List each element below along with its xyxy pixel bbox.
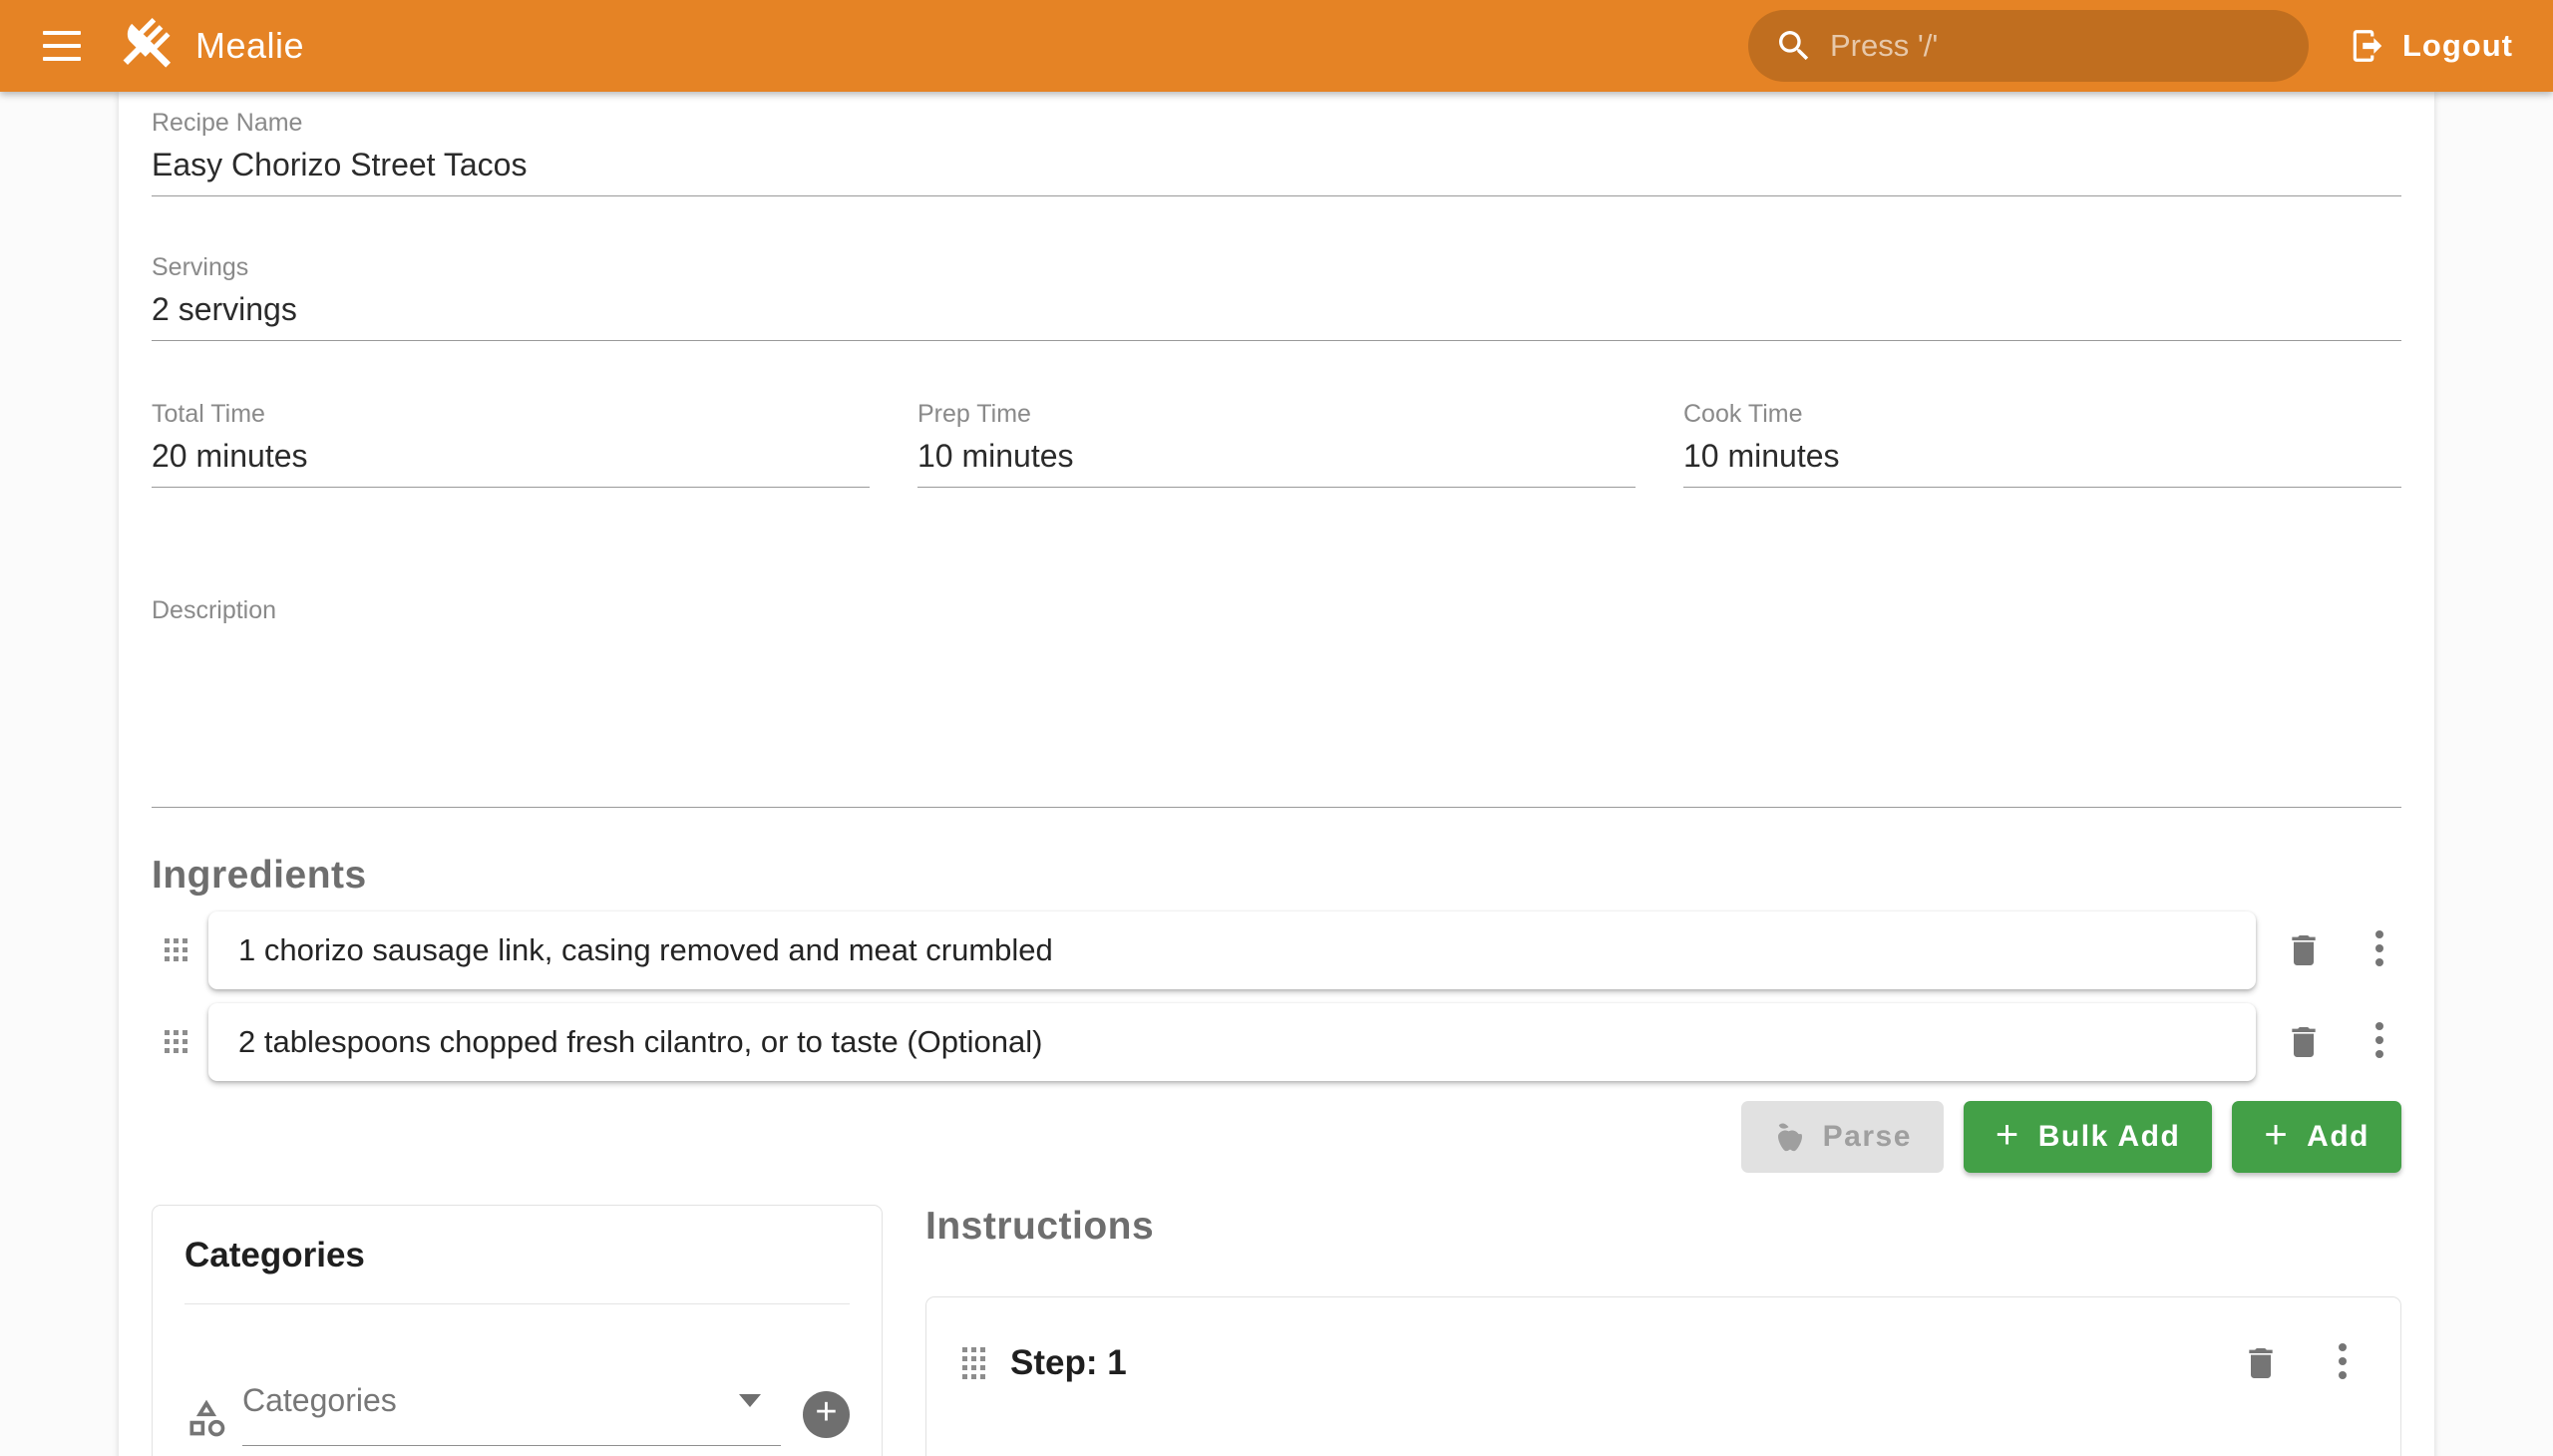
prep-time-value[interactable]: 10 minutes [917, 435, 1636, 477]
recipe-name-value[interactable]: Easy Chorizo Street Tacos [152, 144, 2401, 185]
ingredient-row: 2 tablespoons chopped fresh cilantro, or… [152, 1003, 2401, 1081]
servings-value[interactable]: 2 servings [152, 288, 2401, 330]
ingredient-menu-button[interactable] [2356, 1018, 2395, 1066]
instructions-section: Instructions Step: 1 Combine crumbled ch… [925, 1205, 2401, 1456]
ingredient-input[interactable]: 2 tablespoons chopped fresh cilantro, or… [208, 1003, 2256, 1081]
step-title: Step: 1 [1010, 1343, 1127, 1383]
description-input[interactable] [152, 625, 2401, 797]
prep-time-field[interactable]: Prep Time 10 minutes [917, 399, 1636, 488]
plus-icon: + [1996, 1115, 2020, 1155]
recipe-name-label: Recipe Name [152, 108, 2401, 138]
categories-card: Categories Categories + [152, 1205, 883, 1456]
categories-card-title: Categories [184, 1236, 850, 1275]
bulk-add-button[interactable]: + Bulk Add [1964, 1101, 2212, 1173]
apple-icon [1773, 1120, 1807, 1154]
logout-icon [2349, 27, 2386, 65]
instructions-heading: Instructions [925, 1205, 2401, 1249]
plus-icon: + [815, 1393, 837, 1431]
chevron-down-icon[interactable] [739, 1394, 761, 1407]
parse-label: Parse [1823, 1120, 1912, 1154]
delete-step-button[interactable] [2239, 1341, 2283, 1385]
categories-select[interactable]: Categories [242, 1382, 781, 1446]
step-text-input[interactable]: Combine crumbled chorizo and chipotle pe… [962, 1449, 2365, 1456]
ingredient-menu-button[interactable] [2356, 926, 2395, 974]
servings-field[interactable]: Servings 2 servings [152, 252, 2401, 341]
kebab-menu-icon [2371, 928, 2379, 972]
logout-button[interactable]: Logout [2349, 27, 2513, 65]
menu-icon[interactable] [34, 18, 90, 74]
kebab-menu-icon [2335, 1341, 2343, 1385]
drag-handle-icon[interactable] [165, 1030, 188, 1054]
step-card: Step: 1 Combine crumbled chorizo and chi… [925, 1296, 2401, 1456]
kebab-menu-icon [2371, 1020, 2379, 1064]
bulk-add-label: Bulk Add [2038, 1120, 2181, 1154]
prep-time-label: Prep Time [917, 399, 1636, 429]
app-logo-icon [112, 13, 178, 79]
trash-icon [2284, 930, 2324, 970]
description-label: Description [152, 595, 2401, 625]
add-label: Add [2307, 1120, 2370, 1154]
categories-select-label: Categories [242, 1382, 397, 1419]
recipe-name-field[interactable]: Recipe Name Easy Chorizo Street Tacos [152, 92, 2401, 196]
add-ingredient-button[interactable]: + Add [2232, 1101, 2401, 1173]
total-time-value[interactable]: 20 minutes [152, 435, 870, 477]
drag-handle-icon[interactable] [962, 1347, 986, 1380]
ingredients-heading: Ingredients [152, 854, 2401, 898]
total-time-field[interactable]: Total Time 20 minutes [152, 399, 870, 488]
cook-time-value[interactable]: 10 minutes [1683, 435, 2401, 477]
app-title: Mealie [195, 25, 304, 67]
add-category-button[interactable]: + [803, 1391, 850, 1438]
search-placeholder: Press '/' [1830, 28, 1938, 64]
cook-time-label: Cook Time [1683, 399, 2401, 429]
description-field[interactable]: Description [152, 595, 2401, 808]
app-header: Mealie Press '/' Logout [0, 0, 2553, 92]
plus-icon: + [2264, 1115, 2289, 1155]
categories-icon [184, 1396, 228, 1440]
step-menu-button[interactable] [2319, 1339, 2359, 1387]
search-icon [1774, 26, 1814, 66]
trash-icon [2241, 1343, 2281, 1383]
ingredient-row: 1 chorizo sausage link, casing removed a… [152, 911, 2401, 989]
servings-label: Servings [152, 252, 2401, 282]
search-input[interactable]: Press '/' [1748, 10, 2309, 82]
recipe-editor-card: Recipe Name Easy Chorizo Street Tacos Se… [119, 92, 2434, 1456]
drag-handle-icon[interactable] [165, 938, 188, 962]
total-time-label: Total Time [152, 399, 870, 429]
ingredient-input[interactable]: 1 chorizo sausage link, casing removed a… [208, 911, 2256, 989]
trash-icon [2284, 1022, 2324, 1062]
parse-button[interactable]: Parse [1741, 1101, 1944, 1173]
cook-time-field[interactable]: Cook Time 10 minutes [1683, 399, 2401, 488]
logout-label: Logout [2402, 28, 2513, 64]
delete-ingredient-button[interactable] [2282, 1020, 2326, 1064]
delete-ingredient-button[interactable] [2282, 928, 2326, 972]
